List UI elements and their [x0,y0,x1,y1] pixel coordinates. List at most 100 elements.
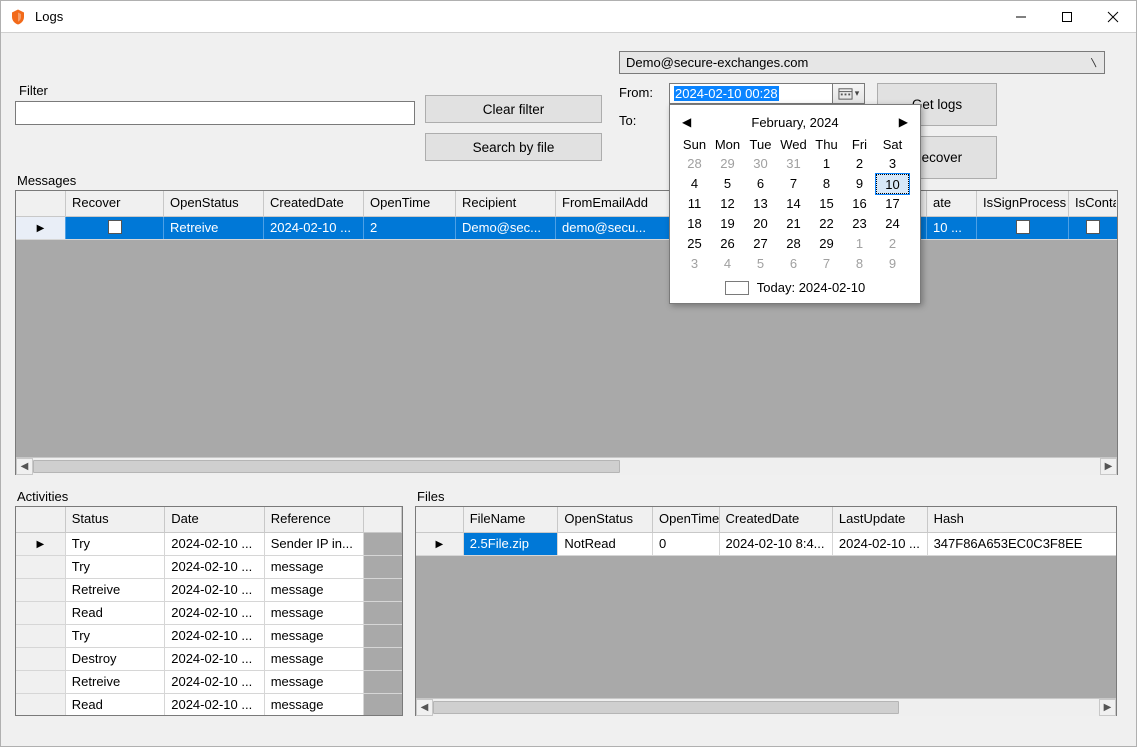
calendar-day[interactable]: 17 [876,194,909,214]
col-fromemail[interactable]: FromEmailAdd [556,191,673,216]
table-row[interactable]: Read2024-02-10 ...message [16,694,402,715]
table-row[interactable]: Retreive2024-02-10 ...message [16,579,402,602]
table-row[interactable]: Read2024-02-10 ...message [16,602,402,625]
col-opentime[interactable]: OpenTime [364,191,456,216]
calendar-day[interactable]: 20 [744,214,777,234]
calendar-day[interactable]: 27 [744,234,777,254]
calendar-day[interactable]: 10 [876,174,909,194]
calendar-day[interactable]: 9 [843,174,876,194]
calendar-day[interactable]: 5 [744,254,777,274]
col-openstatus[interactable]: OpenStatus [164,191,264,216]
calendar-day[interactable]: 31 [777,154,810,174]
calendar-day[interactable]: 8 [810,174,843,194]
col-reference[interactable]: Reference [265,507,364,532]
col-status[interactable]: Status [66,507,165,532]
scroll-left-button[interactable]: ◀ [416,699,433,716]
messages-hscroll[interactable]: ◀ ▶ [16,457,1117,474]
calendar-day[interactable]: 1 [843,234,876,254]
row-header[interactable]: ▶ [16,217,66,239]
calendar-day[interactable]: 11 [678,194,711,214]
checkbox-icon[interactable] [1086,220,1100,234]
table-row[interactable]: Try2024-02-10 ...message [16,625,402,648]
minimize-button[interactable] [998,1,1044,33]
row-header[interactable]: ▶ [416,533,464,555]
close-button[interactable] [1090,1,1136,33]
row-header[interactable] [16,556,66,578]
messages-grid[interactable]: Recover OpenStatus CreatedDate OpenTime … [15,190,1118,475]
clear-filter-button[interactable]: Clear filter [425,95,602,123]
scroll-right-button[interactable]: ▶ [1099,699,1116,716]
calendar-day[interactable]: 5 [711,174,744,194]
table-row[interactable]: ▶Try2024-02-10 ...Sender IP in... [16,533,402,556]
calendar-day[interactable]: 19 [711,214,744,234]
col-createddate[interactable]: CreatedDate [264,191,364,216]
calendar-day[interactable]: 4 [678,174,711,194]
from-date-input[interactable]: 2024-02-10 00:28 ▾ [669,83,865,104]
search-by-file-button[interactable]: Search by file [425,133,602,161]
calendar-day[interactable]: 26 [711,234,744,254]
table-row[interactable]: Retreive2024-02-10 ...message [16,671,402,694]
col-opentime[interactable]: OpenTime [653,507,720,532]
calendar-day[interactable]: 14 [777,194,810,214]
calendar-day[interactable]: 12 [711,194,744,214]
cell-conta[interactable] [1069,217,1116,239]
calendar-day[interactable]: 28 [777,234,810,254]
cell-recover[interactable] [66,217,164,239]
calendar-day[interactable]: 25 [678,234,711,254]
calendar-day[interactable]: 7 [777,174,810,194]
calendar-day[interactable]: 23 [843,214,876,234]
calendar-next-button[interactable]: ▶ [895,115,912,129]
calendar-day[interactable]: 13 [744,194,777,214]
row-header[interactable] [16,671,66,693]
files-hscroll[interactable]: ◀ ▶ [416,698,1116,715]
calendar-today-label[interactable]: Today: 2024-02-10 [757,280,865,295]
calendar-day[interactable]: 6 [744,174,777,194]
table-row[interactable]: Try2024-02-10 ...message [16,556,402,579]
calendar-day[interactable]: 2 [843,154,876,174]
files-grid[interactable]: FileName OpenStatus OpenTime CreatedDate… [415,506,1117,716]
scroll-right-button[interactable]: ▶ [1100,458,1117,475]
calendar-day[interactable]: 30 [744,154,777,174]
calendar-day[interactable]: 7 [810,254,843,274]
calendar-day[interactable]: 1 [810,154,843,174]
calendar-day[interactable]: 22 [810,214,843,234]
calendar-day[interactable]: 28 [678,154,711,174]
table-row[interactable]: ▶2.5File.zipNotRead02024-02-10 8:4...202… [416,533,1116,556]
calendar-day[interactable]: 8 [843,254,876,274]
filter-input[interactable] [15,101,415,125]
col-isconta[interactable]: IsConta [1069,191,1116,216]
col-a[interactable]: ate [927,191,977,216]
col-lastupdate[interactable]: LastUpdate [833,507,928,532]
email-dropdown[interactable]: Demo@secure-exchanges.com 〵 [619,51,1105,74]
col-issignprocess[interactable]: IsSignProcess [977,191,1069,216]
scroll-left-button[interactable]: ◀ [16,458,33,475]
maximize-button[interactable] [1044,1,1090,33]
row-header[interactable] [16,579,66,601]
col-hash[interactable]: Hash [928,507,1116,532]
row-header[interactable] [16,625,66,647]
row-header[interactable] [16,694,66,715]
row-header[interactable] [16,648,66,670]
col-openstatus[interactable]: OpenStatus [558,507,653,532]
calendar-prev-button[interactable]: ◀ [678,115,695,129]
calendar-day[interactable]: 3 [678,254,711,274]
cell-sign[interactable] [977,217,1069,239]
date-picker-button[interactable]: ▾ [832,84,864,103]
table-row[interactable]: ▶Retreive2024-02-10 ...2Demo@sec...demo@… [16,217,1117,240]
table-row[interactable]: Destroy2024-02-10 ...message [16,648,402,671]
row-header[interactable] [16,602,66,624]
col-filename[interactable]: FileName [464,507,559,532]
col-createddate[interactable]: CreatedDate [720,507,833,532]
calendar-day[interactable]: 2 [876,234,909,254]
calendar-day[interactable]: 16 [843,194,876,214]
col-date[interactable]: Date [165,507,264,532]
col-recipient[interactable]: Recipient [456,191,556,216]
calendar-day[interactable]: 29 [810,234,843,254]
activities-grid[interactable]: Status Date Reference ▶Try2024-02-10 ...… [15,506,403,716]
calendar-day[interactable]: 21 [777,214,810,234]
calendar-day[interactable]: 29 [711,154,744,174]
calendar-day[interactable]: 24 [876,214,909,234]
calendar-day[interactable]: 6 [777,254,810,274]
calendar-day[interactable]: 9 [876,254,909,274]
calendar-day[interactable]: 15 [810,194,843,214]
